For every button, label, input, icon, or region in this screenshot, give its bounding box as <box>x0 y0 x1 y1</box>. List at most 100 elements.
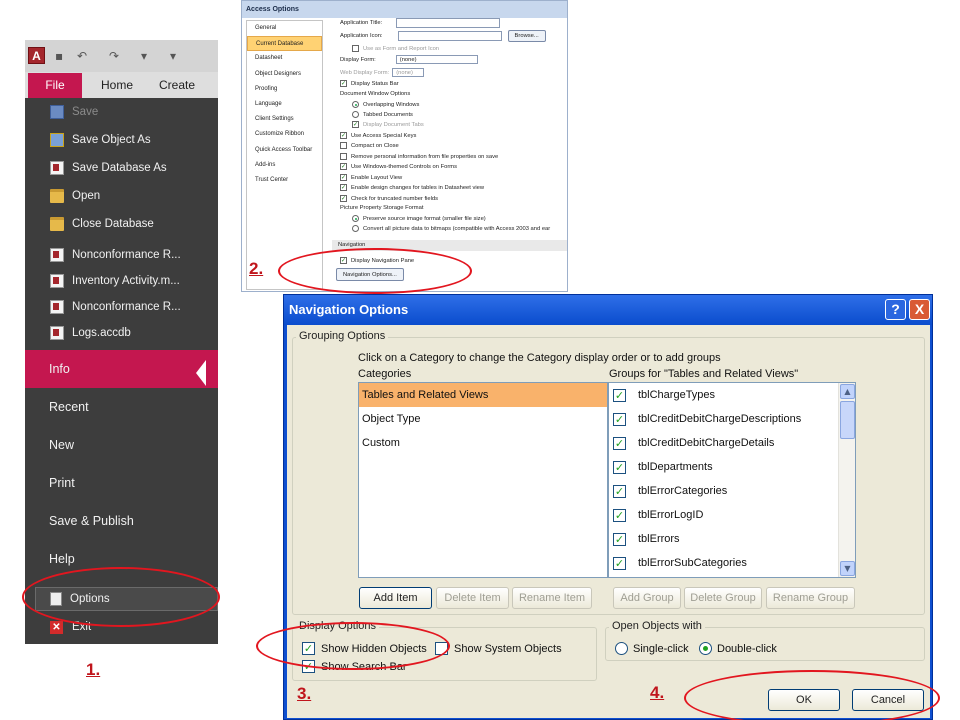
group-item[interactable]: ✓ tblDepartments <box>609 455 855 479</box>
group-item[interactable]: ✓ tblErrors <box>609 527 855 551</box>
truncated-row[interactable]: ✓ Check for truncated number fields <box>340 195 438 202</box>
convert-all-row[interactable]: Convert all picture data to bitmaps (com… <box>352 225 550 232</box>
scroll-down-icon[interactable]: ▼ <box>840 561 855 576</box>
checked-icon[interactable]: ✓ <box>613 460 626 474</box>
options-nav-current-database[interactable]: Current Database <box>247 36 322 52</box>
radio-off-icon[interactable] <box>615 642 628 655</box>
compact-on-close-row[interactable]: Compact on Close <box>340 142 399 149</box>
checked-icon[interactable]: ✓ <box>340 184 347 191</box>
options-nav-trust-center[interactable]: Trust Center <box>247 173 322 188</box>
section-save-publish[interactable]: Save & Publish <box>25 502 218 540</box>
preserve-source-row[interactable]: Preserve source image format (smaller fi… <box>352 215 486 222</box>
close-button[interactable]: X <box>909 299 930 320</box>
design-changes-row[interactable]: ✓ Enable design changes for tables in Dat… <box>340 184 484 191</box>
section-recent[interactable]: Recent <box>25 388 218 426</box>
tab-create[interactable]: Create <box>159 73 195 98</box>
recent-file-item[interactable]: Nonconformance R... <box>25 294 218 320</box>
options-nav-general[interactable]: General <box>247 21 322 36</box>
save-icon[interactable]: ▪ <box>55 49 63 63</box>
options-nav-proofing[interactable]: Proofing <box>247 82 322 97</box>
browse-button[interactable]: Browse... <box>507 30 546 42</box>
options-nav-object-designers[interactable]: Object Designers <box>247 67 322 82</box>
radio-off-icon[interactable] <box>352 225 359 232</box>
group-item[interactable]: ✓ tblErrorLogID <box>609 503 855 527</box>
scroll-thumb[interactable] <box>840 401 855 439</box>
windows-themed-row[interactable]: ✓ Use Windows-themed Controls on Forms <box>340 163 457 170</box>
group-item[interactable]: ✓ tblCreditDebitChargeDescriptions <box>609 407 855 431</box>
scroll-up-icon[interactable]: ▲ <box>840 384 855 399</box>
checked-icon[interactable]: ✓ <box>340 163 347 170</box>
checkbox-icon[interactable] <box>340 153 347 160</box>
radio-on-icon[interactable] <box>352 215 359 222</box>
checked-icon[interactable]: ✓ <box>613 388 626 402</box>
menu-save-object-as[interactable]: Save Object As <box>25 126 218 154</box>
add-group-button[interactable]: Add Group <box>613 587 681 609</box>
options-nav-client-settings[interactable]: Client Settings <box>247 112 322 127</box>
undo-icon[interactable]: ↶ <box>77 49 87 63</box>
category-item[interactable]: Custom <box>359 431 607 455</box>
add-item-button[interactable]: Add Item <box>359 587 432 609</box>
tabbed-documents-row[interactable]: Tabbed Documents <box>352 111 413 118</box>
toolbar-options-icon[interactable]: ▾ <box>170 49 176 63</box>
checked-icon[interactable]: ✓ <box>613 436 626 450</box>
use-as-icon-row[interactable]: Use as Form and Report Icon <box>352 45 439 52</box>
tab-file[interactable]: File <box>28 73 82 98</box>
tab-home[interactable]: Home <box>101 73 133 98</box>
menu-save[interactable]: Save <box>25 98 218 126</box>
display-status-bar-row[interactable]: ✓ Display Status Bar <box>340 80 399 87</box>
layout-view-row[interactable]: ✓ Enable Layout View <box>340 174 402 181</box>
checked-icon[interactable]: ✓ <box>613 556 626 570</box>
radio-off-icon[interactable] <box>352 111 359 118</box>
display-form-select[interactable]: (none) <box>395 55 478 64</box>
redo-icon[interactable]: ↷ <box>109 49 119 63</box>
groups-scrollbar[interactable]: ▲ ▼ <box>838 383 855 577</box>
group-item[interactable]: ✓ tblCreditDebitChargeDetails <box>609 431 855 455</box>
checked-icon[interactable]: ✓ <box>613 532 626 546</box>
options-nav-language[interactable]: Language <box>247 97 322 112</box>
customize-icon[interactable]: ▾ <box>141 49 147 63</box>
radio-on-icon[interactable] <box>699 642 712 655</box>
special-keys-row[interactable]: ✓ Use Access Special Keys <box>340 132 416 139</box>
checked-icon[interactable]: ✓ <box>613 412 626 426</box>
recent-file-item[interactable]: Logs.accdb <box>25 320 218 346</box>
options-nav-customize-ribbon[interactable]: Customize Ribbon <box>247 127 322 142</box>
checked-icon[interactable]: ✓ <box>340 80 347 87</box>
help-button[interactable]: ? <box>885 299 906 320</box>
menu-save-database-as[interactable]: Save Database As <box>25 154 218 182</box>
checked-icon[interactable]: ✓ <box>340 195 347 202</box>
access-app-icon[interactable]: A <box>28 47 45 64</box>
options-nav-add-ins[interactable]: Add-ins <box>247 158 322 173</box>
web-display-form-select[interactable]: (none) <box>392 68 425 77</box>
menu-close-database[interactable]: Close Database <box>25 210 218 238</box>
recent-file-item[interactable]: Nonconformance R... <box>25 242 218 268</box>
group-item[interactable]: ✓ tblErrorCategories <box>609 479 855 503</box>
checked-icon[interactable]: ✓ <box>613 484 626 498</box>
checkbox-icon[interactable] <box>340 142 347 149</box>
checked-icon[interactable]: ✓ <box>340 174 347 181</box>
rename-group-button[interactable]: Rename Group <box>766 587 855 609</box>
rename-item-button[interactable]: Rename Item <box>512 587 592 609</box>
show-system-row[interactable]: Show System Objects <box>435 642 562 655</box>
application-icon-input[interactable] <box>397 31 502 41</box>
application-title-input[interactable] <box>396 18 501 28</box>
group-item[interactable]: ✓ tblChargeTypes <box>609 383 855 407</box>
overlapping-windows-row[interactable]: Overlapping Windows <box>352 101 419 108</box>
double-click-row[interactable]: Double-click <box>699 642 777 655</box>
radio-on-icon[interactable] <box>352 101 359 108</box>
section-new[interactable]: New <box>25 426 218 464</box>
options-nav-datasheet[interactable]: Datasheet <box>247 51 322 66</box>
delete-item-button[interactable]: Delete Item <box>436 587 509 609</box>
group-item[interactable]: ✓ tblErrorSubCategories <box>609 551 855 575</box>
menu-open[interactable]: Open <box>25 182 218 210</box>
display-doc-tabs-row[interactable]: ✓ Display Document Tabs <box>352 121 424 128</box>
remove-personal-row[interactable]: Remove personal information from file pr… <box>340 153 498 160</box>
single-click-row[interactable]: Single-click <box>615 642 689 655</box>
recent-file-item[interactable]: Inventory Activity.m... <box>25 268 218 294</box>
section-print[interactable]: Print <box>25 464 218 502</box>
checked-icon[interactable]: ✓ <box>613 508 626 522</box>
category-item[interactable]: Tables and Related Views <box>359 383 607 407</box>
category-item[interactable]: Object Type <box>359 407 607 431</box>
section-info[interactable]: Info <box>25 350 218 388</box>
options-nav-quick-access-toolbar[interactable]: Quick Access Toolbar <box>247 143 322 158</box>
delete-group-button[interactable]: Delete Group <box>684 587 762 609</box>
